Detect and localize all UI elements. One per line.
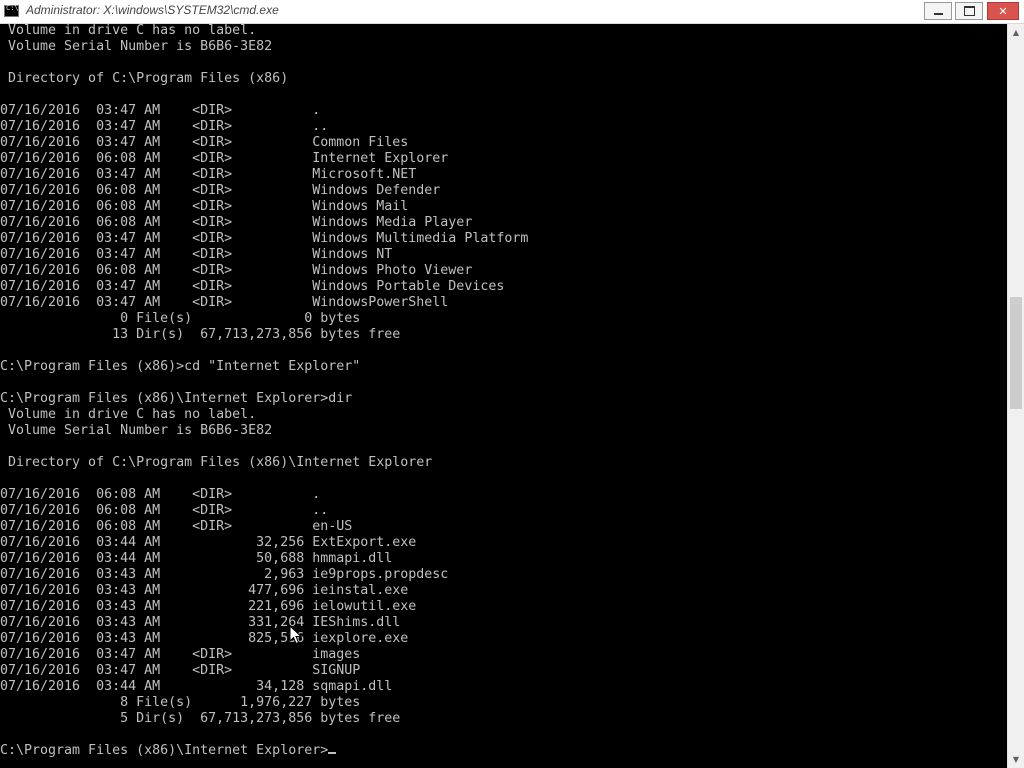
console-line: 07/16/2016 03:44 AM 34,128 sqmapi.dll bbox=[0, 679, 393, 694]
console-line: Volume in drive C has no label. bbox=[0, 24, 257, 38]
console-line: 07/16/2016 03:44 AM 50,688 hmmapi.dll bbox=[0, 551, 393, 566]
console-line: C:\Program Files (x86)\Internet Explorer… bbox=[0, 391, 353, 406]
console-line: 07/16/2016 06:08 AM <DIR> Windows Defend… bbox=[0, 183, 441, 198]
console-line: 07/16/2016 06:08 AM <DIR> Internet Explo… bbox=[0, 151, 449, 166]
scroll-thumb[interactable] bbox=[1010, 297, 1022, 409]
console-line: 07/16/2016 03:43 AM 477,696 ieinstal.exe bbox=[0, 583, 409, 598]
vertical-scrollbar[interactable]: ▲ ▼ bbox=[1007, 24, 1024, 768]
console-line: C:\Program Files (x86)\Internet Explorer… bbox=[0, 743, 528, 759]
console-line: 07/16/2016 06:08 AM <DIR> Windows Media … bbox=[0, 215, 473, 230]
console-output[interactable]: Volume in drive C has no label. Volume S… bbox=[0, 24, 1007, 768]
console-line: 07/16/2016 03:43 AM 221,696 ielowutil.ex… bbox=[0, 599, 417, 614]
console-line: 07/16/2016 03:47 AM <DIR> Windows NT bbox=[0, 247, 393, 262]
close-button[interactable]: ✕ bbox=[987, 2, 1019, 20]
minimize-icon bbox=[933, 13, 943, 15]
restore-icon bbox=[963, 6, 975, 16]
console-line: 07/16/2016 06:08 AM <DIR> Windows Mail bbox=[0, 199, 409, 214]
window-title: Administrator: X:\windows\SYSTEM32\cmd.e… bbox=[26, 3, 279, 17]
console-line: C:\Program Files (x86)>cd "Internet Expl… bbox=[0, 359, 361, 374]
console-line: 8 File(s) 1,976,227 bytes bbox=[0, 695, 361, 710]
scroll-down-arrow-icon[interactable]: ▼ bbox=[1008, 751, 1024, 768]
minimize-button[interactable] bbox=[924, 2, 952, 20]
console-line: 07/16/2016 03:47 AM <DIR> WindowsPowerSh… bbox=[0, 295, 449, 310]
console-line: 07/16/2016 03:47 AM <DIR> Common Files bbox=[0, 135, 409, 150]
console-line: 0 File(s) 0 bytes bbox=[0, 311, 361, 326]
console-line: 07/16/2016 03:47 AM <DIR> Windows Multim… bbox=[0, 231, 529, 246]
console-line: Directory of C:\Program Files (x86)\Inte… bbox=[0, 455, 433, 470]
cmd-icon[interactable]: C:\ bbox=[4, 4, 19, 17]
scroll-up-arrow-icon[interactable]: ▲ bbox=[1008, 24, 1024, 41]
console-line: 13 Dir(s) 67,713,273,856 bytes free bbox=[0, 327, 401, 342]
console-text: Volume in drive C has no label. Volume S… bbox=[0, 24, 528, 759]
console-line: Volume Serial Number is B6B6-3E82 bbox=[0, 39, 273, 54]
console-line: Directory of C:\Program Files (x86) bbox=[0, 71, 289, 86]
console-line: 07/16/2016 03:47 AM <DIR> SIGNUP bbox=[0, 663, 361, 678]
console-line: 07/16/2016 03:43 AM 825,536 iexplore.exe bbox=[0, 631, 409, 646]
restore-button[interactable] bbox=[955, 2, 983, 20]
console-line: 07/16/2016 03:43 AM 2,963 ie9props.propd… bbox=[0, 567, 449, 582]
console-line: 07/16/2016 06:08 AM <DIR> Windows Photo … bbox=[0, 263, 473, 278]
console-line: 07/16/2016 03:47 AM <DIR> . bbox=[0, 103, 321, 118]
console-line: 07/16/2016 06:08 AM <DIR> . bbox=[0, 487, 321, 502]
console-line: 07/16/2016 03:47 AM <DIR> Windows Portab… bbox=[0, 279, 505, 294]
console-line: Volume in drive C has no label. bbox=[0, 407, 257, 422]
console-line: 07/16/2016 03:43 AM 331,264 IEShims.dll bbox=[0, 615, 401, 630]
mouse-pointer-icon bbox=[289, 625, 303, 645]
console-line: Volume Serial Number is B6B6-3E82 bbox=[0, 423, 273, 438]
title-bar[interactable]: C:\ Administrator: X:\windows\SYSTEM32\c… bbox=[0, 0, 1024, 24]
close-icon: ✕ bbox=[998, 4, 1008, 18]
console-line: 07/16/2016 03:47 AM <DIR> images bbox=[0, 647, 361, 662]
console-line: 07/16/2016 03:47 AM <DIR> .. bbox=[0, 119, 329, 134]
text-cursor bbox=[328, 752, 337, 754]
console-line: 07/16/2016 03:44 AM 32,256 ExtExport.exe bbox=[0, 535, 417, 550]
console-line: 07/16/2016 06:08 AM <DIR> en-US bbox=[0, 519, 353, 534]
console-line: 07/16/2016 06:08 AM <DIR> .. bbox=[0, 503, 329, 518]
console-line: 5 Dir(s) 67,713,273,856 bytes free bbox=[0, 711, 401, 726]
console-line: 07/16/2016 03:47 AM <DIR> Microsoft.NET bbox=[0, 167, 417, 182]
